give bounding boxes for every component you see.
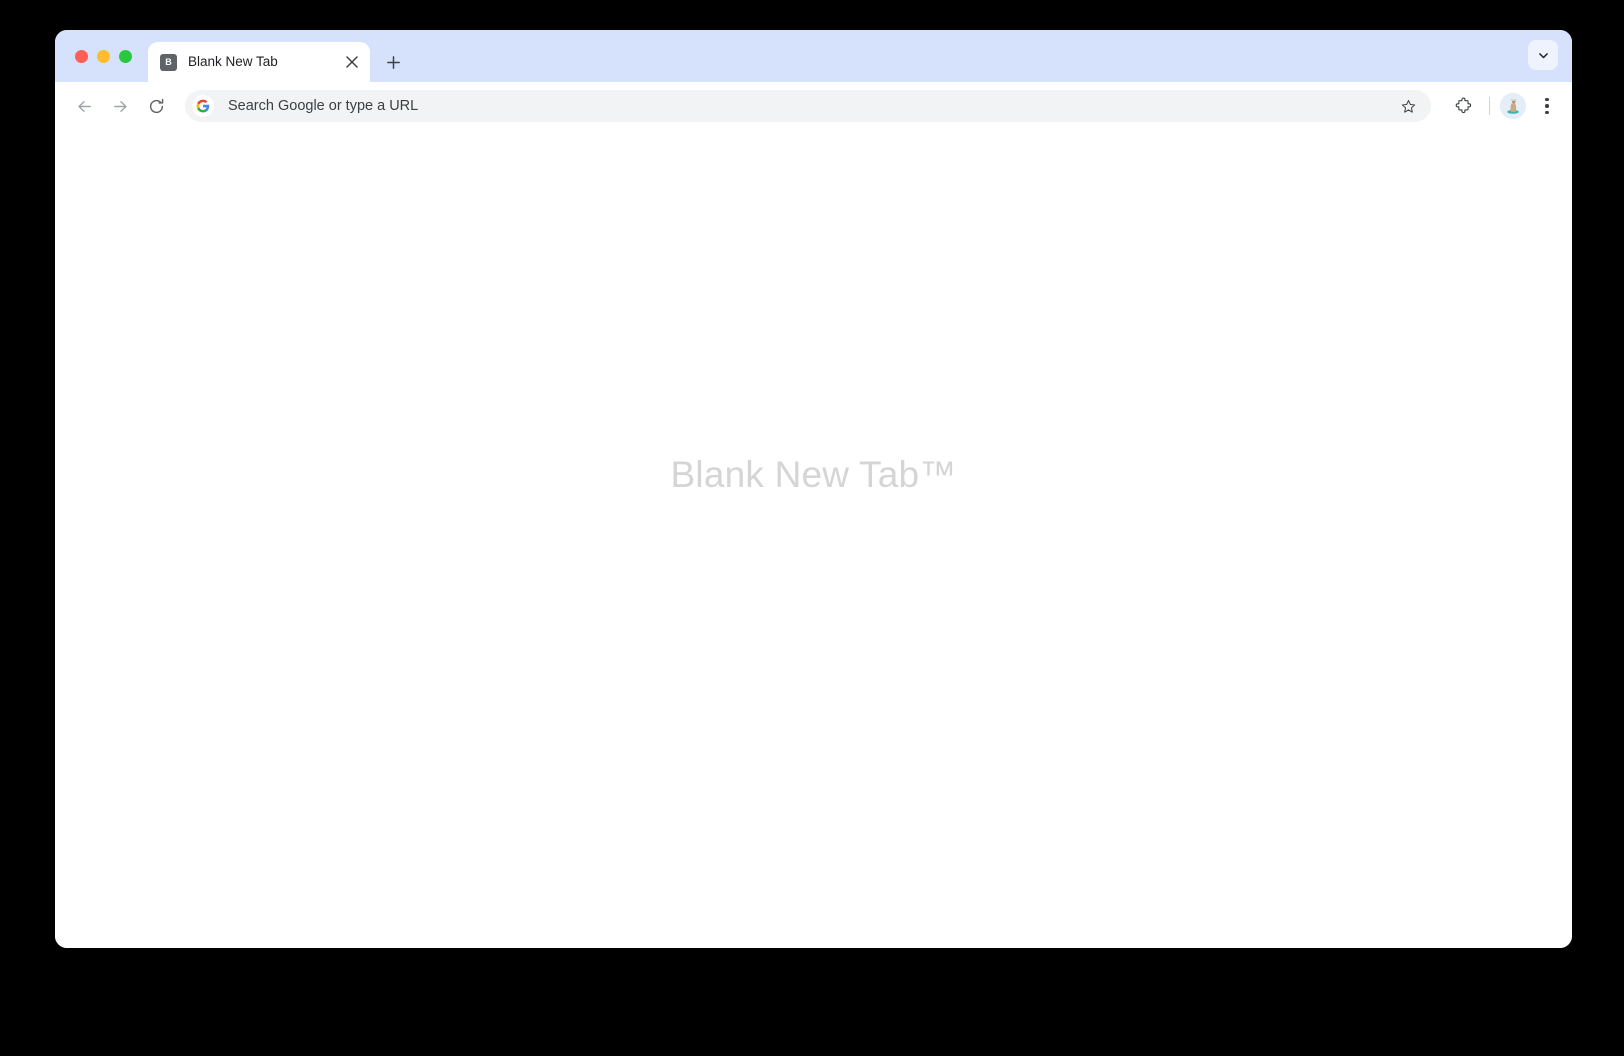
star-icon[interactable] [1395,93,1421,119]
address-bar[interactable]: Search Google or type a URL [185,90,1431,122]
toolbar-divider [1489,97,1490,115]
tab-favicon-icon: B [160,53,177,71]
browser-window: B Blank New Tab Search Google or type a … [55,30,1572,948]
avatar[interactable] [1500,93,1526,119]
menu-dot [1545,104,1549,108]
page-viewport: Blank New Tab™ [55,130,1572,948]
browser-toolbar: Search Google or type a URL [55,82,1572,130]
google-g-icon [192,95,214,117]
address-bar-text: Search Google or type a URL [228,98,419,114]
forward-button[interactable] [103,89,137,123]
tab-strip: B Blank New Tab [55,30,1572,82]
chevron-down-icon[interactable] [1528,40,1558,70]
new-tab-button[interactable] [378,47,408,77]
extensions-puzzle-icon[interactable] [1447,90,1479,122]
back-button[interactable] [67,89,101,123]
window-close-button[interactable] [75,49,88,63]
window-maximize-button[interactable] [119,49,132,63]
tab-title: Blank New Tab [188,54,278,69]
menu-dot [1545,97,1549,102]
menu-dot [1545,110,1549,115]
browser-tab[interactable]: B Blank New Tab [148,42,370,82]
three-dot-menu-icon[interactable] [1532,90,1562,122]
reload-button[interactable] [139,89,173,123]
close-icon[interactable] [340,50,364,74]
window-minimize-button[interactable] [97,49,110,63]
page-watermark-text: Blank New Tab™ [670,454,957,495]
window-traffic-lights [55,30,146,82]
screen: B Blank New Tab Search Google or type a … [0,0,1624,1056]
